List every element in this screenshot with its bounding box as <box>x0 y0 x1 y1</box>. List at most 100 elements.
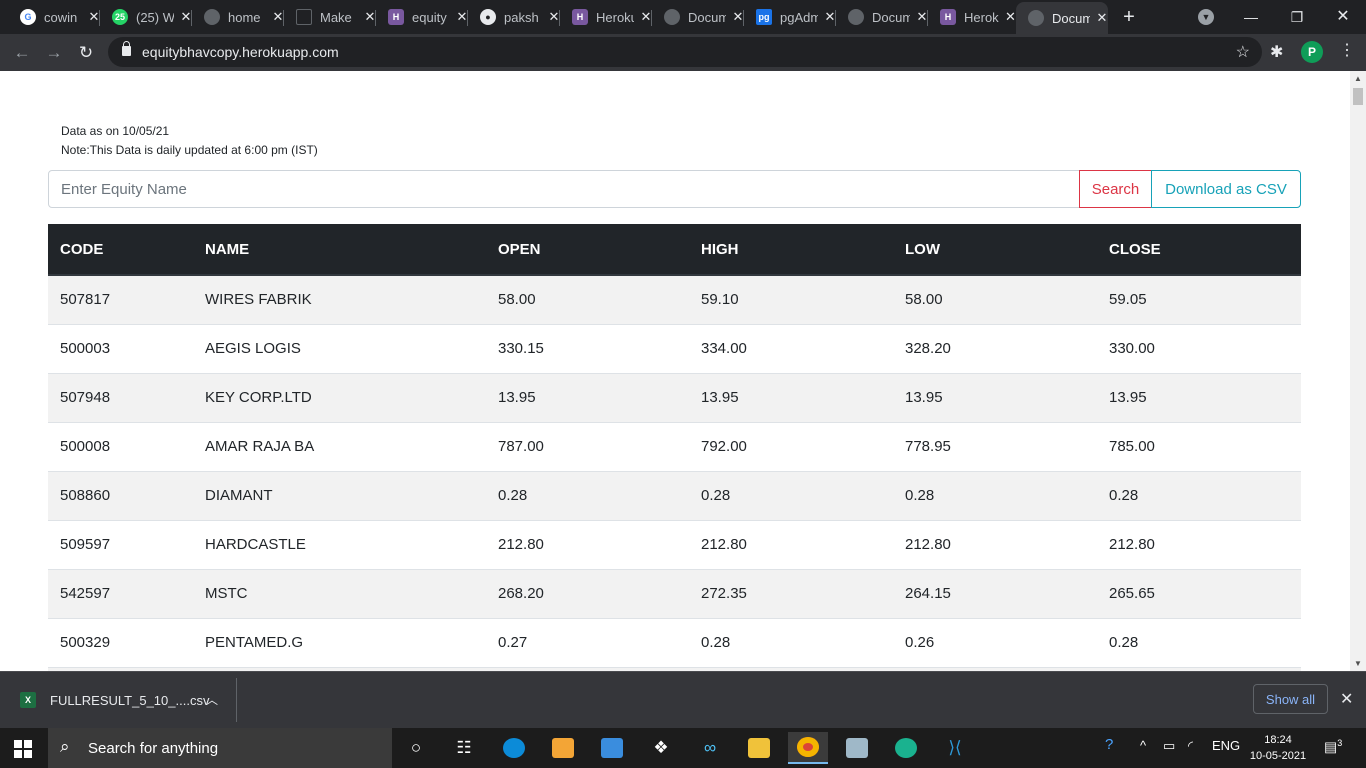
browser-menu-icon[interactable]: ⋮ <box>1339 40 1355 60</box>
windows-start-icon[interactable] <box>14 740 32 758</box>
column-header-name: NAME <box>193 224 486 276</box>
mail-icon[interactable] <box>592 732 632 764</box>
equity-table: CODE NAME OPEN HIGH LOW CLOSE 507817 WIR… <box>48 224 1301 671</box>
tab-heroku[interactable]: H Heroku ✕ <box>928 2 1016 32</box>
column-header-code: CODE <box>48 224 193 276</box>
show-all-button[interactable]: Show all <box>1253 684 1328 714</box>
cell-open: 268.20 <box>486 568 689 618</box>
cell-low: 328.20 <box>893 323 1097 373</box>
scroll-down-arrow-icon[interactable]: ▼ <box>1354 659 1362 668</box>
cell-open: 212.80 <box>486 519 689 569</box>
download-csv-button[interactable]: Download as CSV <box>1151 170 1301 208</box>
cell-close: 785.00 <box>1097 421 1301 471</box>
close-shelf-icon[interactable]: ✕ <box>1340 689 1353 709</box>
cell-low: 13.95 <box>893 372 1097 422</box>
close-tab-icon[interactable]: ✕ <box>1096 10 1108 26</box>
scroll-thumb[interactable] <box>1353 88 1363 105</box>
table-row: 507948 KEY CORP.LTD 13.95 13.95 13.95 13… <box>48 372 1301 422</box>
language-indicator[interactable]: ENG <box>1212 738 1240 753</box>
notepad-icon[interactable] <box>837 732 877 764</box>
reload-icon[interactable]: ↻ <box>74 41 98 65</box>
wifi-icon[interactable]: ◜ <box>1188 738 1193 754</box>
close-window-button[interactable]: ✕ <box>1320 4 1366 30</box>
tab-github[interactable]: ● paksh ✕ <box>468 2 560 32</box>
tab-title: Heroku <box>596 9 634 25</box>
page-viewport: Data as on 10/05/21 Note:This Data is da… <box>0 71 1350 671</box>
cell-high: 212.80 <box>689 519 893 569</box>
address-bar[interactable]: equitybhavcopy.herokuapp.com ☆ <box>108 37 1262 67</box>
notification-count: 3 <box>1337 738 1343 748</box>
tab-whatsapp[interactable]: 25 (25) WhatsApp ✕ <box>100 2 192 32</box>
tab-cowin[interactable]: G cowin ✕ <box>8 2 100 32</box>
cell-high: 0.28 <box>689 617 893 667</box>
table-row: 509597 HARDCASTLE 212.80 212.80 212.80 2… <box>48 519 1301 569</box>
column-header-high: HIGH <box>689 224 893 276</box>
tab-pgadmin[interactable]: pg pgAdmin ✕ <box>744 2 836 32</box>
data-info: Data as on 10/05/21 Note:This Data is da… <box>61 122 318 160</box>
dropbox-icon[interactable]: ❖ <box>641 732 681 764</box>
excel-file-icon: X <box>20 692 36 708</box>
tab-document[interactable]: Document ✕ <box>836 2 928 32</box>
cell-high: 0.28 <box>689 470 893 520</box>
help-icon[interactable]: ? <box>1105 736 1113 753</box>
globe-icon <box>664 9 680 25</box>
download-item[interactable]: FULLRESULT_5_10_....csv <box>50 693 209 708</box>
cell-code: 500329 <box>48 617 193 667</box>
extensions-puzzle-icon[interactable]: ✱ <box>1270 42 1283 62</box>
tab-search-icon[interactable]: ▼ <box>1198 9 1214 25</box>
scroll-up-arrow-icon[interactable]: ▲ <box>1354 74 1362 83</box>
edge-icon[interactable] <box>494 732 534 764</box>
minimize-button[interactable]: — <box>1228 4 1274 30</box>
cortana-icon[interactable]: ○ <box>396 732 436 764</box>
restore-button[interactable]: ❐ <box>1274 4 1320 30</box>
taskbar-search-box[interactable]: ⌕ Search for anything <box>48 728 392 768</box>
chrome-icon[interactable] <box>788 732 828 764</box>
cell-low: 212.80 <box>893 519 1097 569</box>
tab-title: Document <box>872 9 910 25</box>
cell-high: 272.35 <box>689 568 893 618</box>
close-tab-icon[interactable]: ✕ <box>1005 9 1016 25</box>
arduino-icon[interactable]: ∞ <box>690 732 730 764</box>
cell-code: 500008 <box>48 421 193 471</box>
tab-title: equity <box>412 9 447 25</box>
tab-document-active[interactable]: Document ✕ <box>1016 2 1108 34</box>
search-button[interactable]: Search <box>1079 170 1152 208</box>
cell-low: 58.00 <box>893 274 1097 324</box>
battery-icon[interactable]: ▭ <box>1163 738 1175 754</box>
notifications-icon[interactable]: ▤3 <box>1324 738 1342 756</box>
file-explorer-icon[interactable] <box>739 732 779 764</box>
windows-taskbar: ⌕ Search for anything ○ ☷ ❖ ∞ ⟩⟨ ? ^ ▭ ◜… <box>0 728 1366 768</box>
cell-code: 508860 <box>48 470 193 520</box>
store-icon[interactable] <box>543 732 583 764</box>
table-row: 500008 AMAR RAJA BA 787.00 792.00 778.95… <box>48 421 1301 471</box>
tab-heroku[interactable]: H Heroku ✕ <box>560 2 652 32</box>
github-icon: ● <box>480 9 496 25</box>
tab-document[interactable]: Document ✕ <box>652 2 744 32</box>
equity-search-input[interactable] <box>48 170 1080 208</box>
profile-avatar[interactable]: P <box>1301 41 1323 63</box>
new-tab-button[interactable]: + <box>1118 6 1140 28</box>
cell-open: 58.00 <box>486 274 689 324</box>
bookmark-star-icon[interactable]: ☆ <box>1236 42 1250 62</box>
cell-name: AMAR RAJA BA <box>193 421 486 471</box>
page-scrollbar[interactable]: ▲ ▼ <box>1350 71 1366 671</box>
url-text[interactable]: equitybhavcopy.herokuapp.com <box>142 44 339 60</box>
vscode-icon[interactable]: ⟩⟨ <box>935 732 975 764</box>
back-arrow-icon[interactable]: ← <box>10 41 34 65</box>
forward-arrow-icon[interactable]: → <box>42 41 66 65</box>
gitkraken-icon[interactable] <box>886 732 926 764</box>
task-view-icon[interactable]: ☷ <box>444 732 484 764</box>
chevron-up-icon[interactable]: ︿ <box>206 691 218 708</box>
cell-code: 509597 <box>48 519 193 569</box>
google-icon: G <box>20 9 36 25</box>
cell-name: DIAMANT <box>193 470 486 520</box>
tab-home[interactable]: home ✕ <box>192 2 284 32</box>
tab-equity[interactable]: H equity ✕ <box>376 2 468 32</box>
system-clock[interactable]: 18:24 10-05-2021 <box>1244 732 1312 764</box>
tab-title: Heroku <box>964 9 999 25</box>
chevron-up-icon[interactable]: ^ <box>1140 738 1146 753</box>
tab-make[interactable]: Make ✕ <box>284 2 376 32</box>
table-row: 500329 PENTAMED.G 0.27 0.28 0.26 0.28 <box>48 617 1301 667</box>
tab-title: home <box>228 9 261 25</box>
cell-open: 0.28 <box>486 470 689 520</box>
